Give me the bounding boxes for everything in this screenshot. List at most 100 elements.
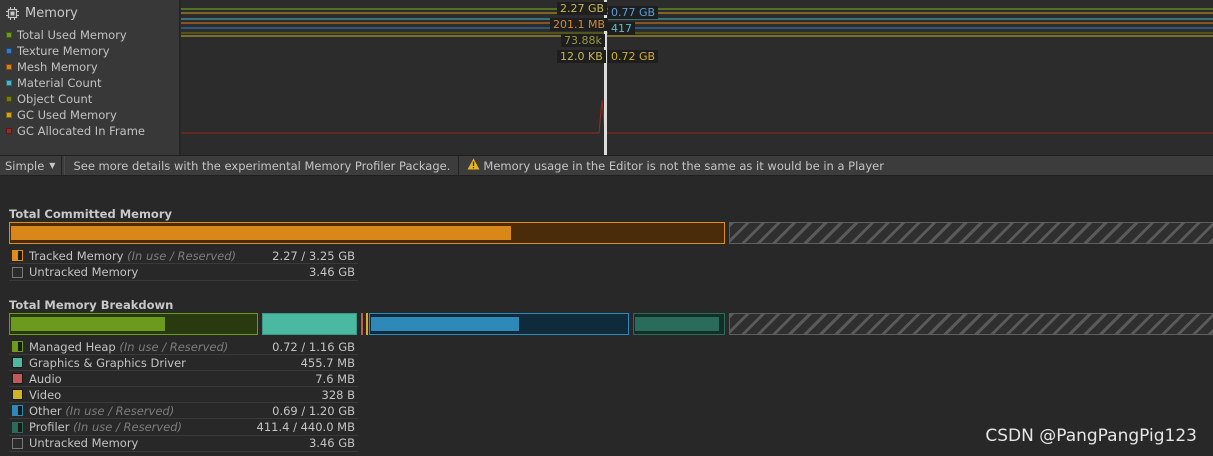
warning-icon [467, 158, 480, 173]
legend-item[interactable]: Material Count [6, 75, 145, 91]
breakdown-title: Total Memory Breakdown [9, 298, 174, 312]
row-note: (In use / Reserved) [65, 403, 175, 418]
legend-swatch [6, 64, 12, 70]
breakdown-untracked-bar[interactable] [729, 313, 1213, 335]
legend-item[interactable]: GC Used Memory [6, 107, 145, 123]
row-label-group: Untracked Memory [29, 265, 309, 279]
row-value: 2.27 / 3.25 GB [272, 248, 355, 263]
memory-profiler-package-hint[interactable]: See more details with the experimental M… [64, 156, 460, 175]
memory-toolbar: Simple ▼ See more details with the exper… [0, 155, 1213, 176]
legend-label: GC Allocated In Frame [17, 124, 145, 138]
committed-memory-title: Total Committed Memory [9, 207, 172, 221]
row-label-group: Tracked Memory (In use / Reserved) [29, 249, 272, 263]
memory-row: Untracked Memory 3.46 GB [9, 436, 358, 452]
row-note: (In use / Reserved) [73, 420, 183, 434]
tooltip-texture-memory: 0.77 GB [608, 6, 659, 19]
tooltip-material-count: 417 [608, 22, 635, 35]
memory-chart[interactable]: 2.27 GB 201.1 MB 73.88k 12.0 KB 0.77 GB … [181, 0, 1213, 155]
untracked-memory-bar[interactable] [729, 222, 1213, 244]
legend-label: Object Count [17, 92, 93, 106]
row-swatch [12, 405, 23, 417]
legend-label: Texture Memory [17, 44, 110, 58]
legend-swatch [6, 112, 12, 118]
row-swatch [12, 421, 23, 433]
legend-swatch [6, 48, 12, 54]
row-label-group: Other (In use / Reserved) [29, 404, 272, 418]
tracked-in-use-fill [11, 226, 511, 240]
audio-bar[interactable] [361, 313, 363, 335]
row-note: (In use / Reserved) [127, 248, 237, 263]
other-in-use-fill [371, 317, 519, 331]
memory-row: Audio 7.6 MB [9, 371, 358, 388]
legend-label: Total Used Memory [17, 28, 127, 42]
legend-swatch [6, 80, 12, 86]
profiler-bar[interactable] [633, 313, 725, 335]
graphics-bar[interactable] [262, 313, 357, 335]
memory-title-label: Memory [25, 5, 78, 21]
other-bar[interactable] [369, 313, 629, 335]
row-value: 411.4 / 440.0 MB [256, 420, 356, 434]
legend-item[interactable]: Mesh Memory [6, 59, 145, 75]
row-value: 0.69 / 1.20 GB [272, 403, 355, 418]
row-value: 7.6 MB [315, 371, 355, 386]
memory-row: Profiler (In use / Reserved) 411.4 / 440.… [9, 420, 358, 436]
row-swatch [12, 437, 23, 449]
legend-item[interactable]: GC Allocated In Frame [6, 123, 145, 139]
row-value: 0.72 / 1.16 GB [272, 339, 355, 354]
view-mode-dropdown[interactable]: Simple ▼ [0, 156, 63, 175]
row-swatch [12, 389, 23, 401]
profiler-in-use-fill [635, 317, 719, 331]
tooltip-object-count: 73.88k [561, 34, 605, 47]
row-value: 3.46 GB [308, 265, 355, 279]
chevron-down-icon: ▼ [49, 161, 56, 170]
chart-lines [181, 8, 1213, 134]
legend-label: Material Count [17, 76, 102, 90]
row-label: Untracked Memory [29, 436, 139, 451]
row-swatch [12, 357, 23, 369]
watermark: CSDN @PangPangPig123 [985, 426, 1197, 446]
row-label-group: Managed Heap (In use / Reserved) [29, 340, 272, 354]
row-label-group: Graphics & Graphics Driver [29, 356, 301, 370]
memory-row: Tracked Memory (In use / Reserved) 2.27 /… [9, 248, 358, 264]
row-label: Graphics & Graphics Driver [29, 355, 186, 370]
tooltip-total-used: 2.27 GB [557, 2, 608, 15]
row-swatch [12, 266, 23, 278]
legend-label: GC Used Memory [17, 108, 117, 122]
legend-item[interactable]: Total Used Memory [6, 27, 145, 43]
memory-row: Other (In use / Reserved) 0.69 / 1.20 GB [9, 403, 358, 420]
row-swatch [12, 373, 23, 385]
legend-swatch [6, 96, 12, 102]
legend-item[interactable]: Texture Memory [6, 43, 145, 59]
row-note: (In use / Reserved) [119, 339, 229, 354]
row-label: Audio [29, 371, 62, 386]
memory-row: Untracked Memory 3.46 GB [9, 265, 358, 281]
managed-heap-in-use-fill [11, 317, 165, 331]
row-swatch [12, 341, 23, 352]
memory-module-legend: Memory Total Used Memory Texture Memory Me… [0, 0, 180, 155]
row-label: Video [29, 387, 62, 402]
managed-heap-bar[interactable] [9, 313, 258, 335]
legend-list: Total Used Memory Texture Memory Mesh Memo… [6, 27, 145, 139]
legend-item[interactable]: Object Count [6, 91, 145, 107]
tooltip-mesh-memory: 201.1 MB [550, 18, 609, 31]
row-label: Untracked Memory [29, 265, 139, 279]
row-value: 328 B [321, 387, 356, 402]
row-label: Profiler [29, 420, 70, 434]
tooltip-gc-used: 12.0 KB [557, 50, 606, 63]
warning-text: Memory usage in the Editor is not the sa… [483, 158, 884, 173]
legend-swatch [6, 128, 12, 134]
row-label-group: Untracked Memory [29, 436, 309, 450]
legend-label: Mesh Memory [17, 60, 98, 74]
memory-chip-icon [6, 6, 19, 20]
memory-row: Graphics & Graphics Driver 455.7 MB [9, 355, 358, 372]
tracked-memory-bar[interactable] [9, 222, 725, 244]
gc-alloc-line [181, 99, 1213, 134]
video-bar[interactable] [366, 313, 368, 335]
row-label-group: Profiler (In use / Reserved) [29, 420, 257, 434]
memory-row: Video 328 B [9, 387, 358, 404]
row-label: Managed Heap [29, 339, 116, 354]
legend-swatch [6, 32, 12, 38]
row-swatch [12, 250, 23, 261]
memory-module-title[interactable]: Memory [6, 5, 78, 21]
row-value: 3.46 GB [308, 436, 355, 451]
